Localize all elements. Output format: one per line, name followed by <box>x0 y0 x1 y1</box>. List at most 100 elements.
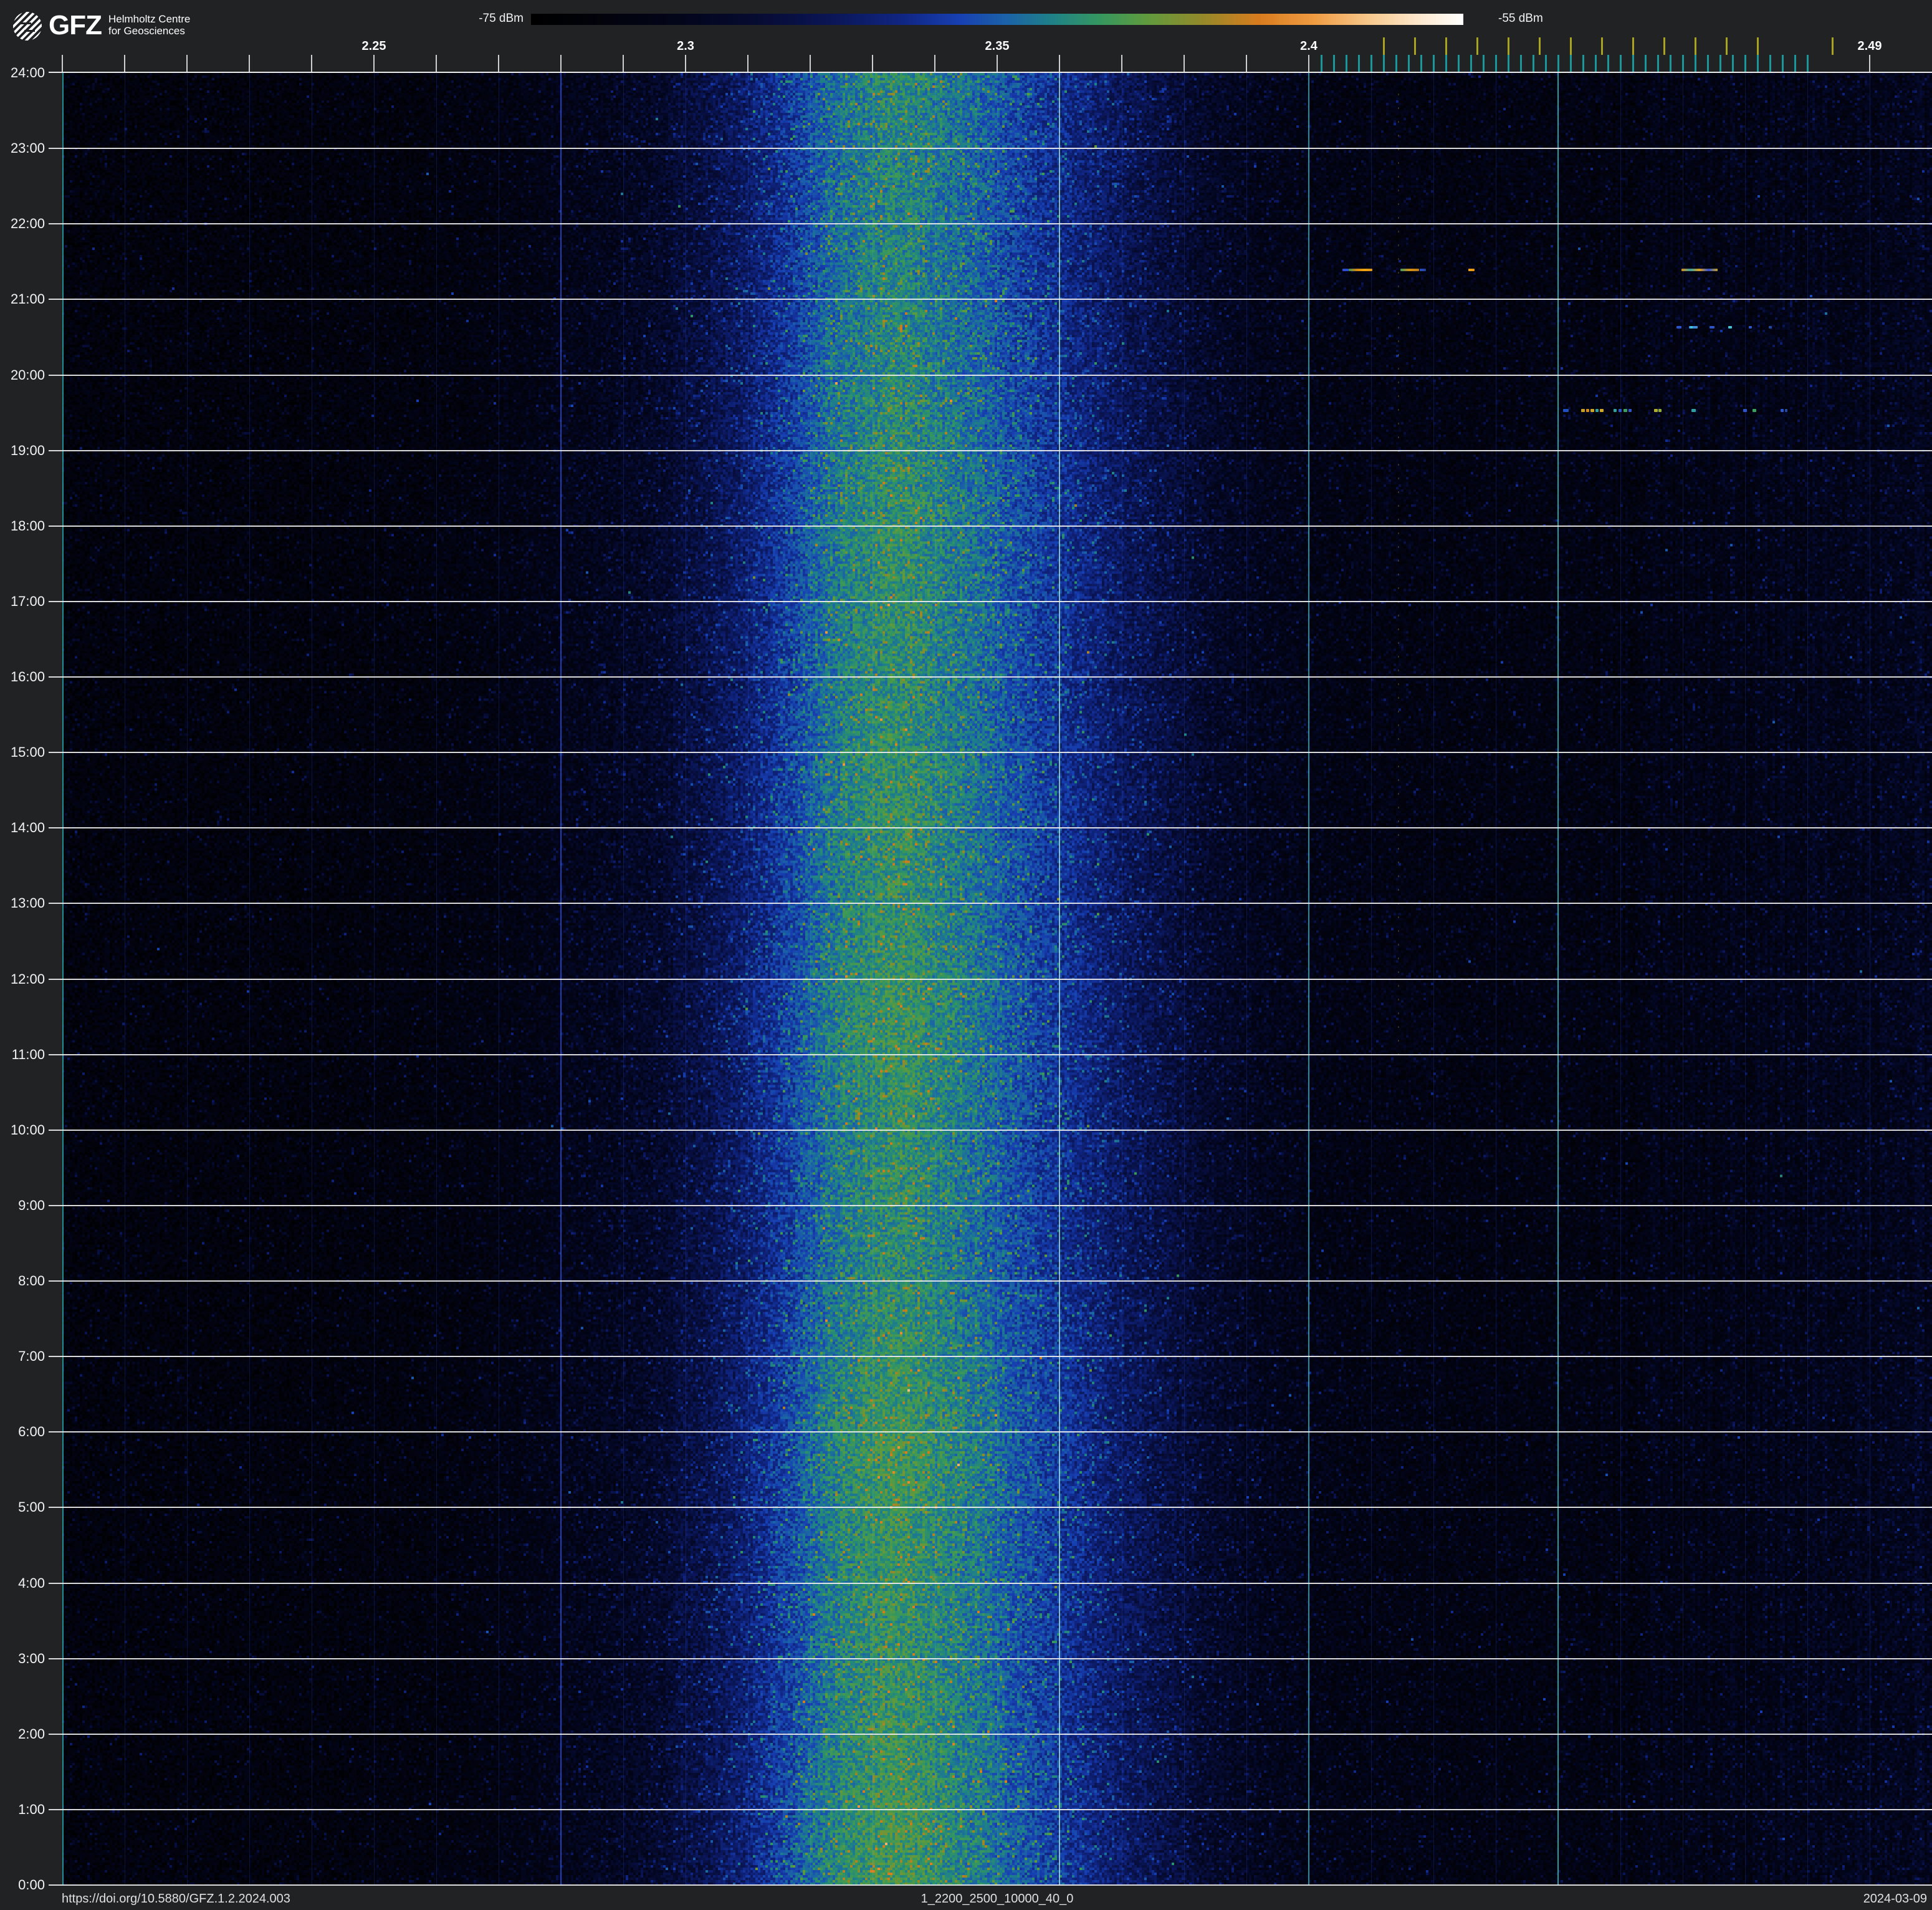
ble-channel-tick <box>1332 55 1335 73</box>
ble-channel-tick <box>1669 55 1671 73</box>
wifi-channel-tick <box>1413 37 1416 55</box>
hour-label: 15:00 <box>10 744 45 761</box>
hour-gridline <box>49 903 1932 905</box>
rf-burst-dot <box>1769 326 1772 329</box>
rf-burst-dash <box>1400 269 1419 271</box>
freq-minor-tick <box>1869 55 1870 73</box>
hour-gridline <box>49 1582 1932 1584</box>
ble-channel-tick <box>1470 55 1472 73</box>
hour-label: 18:00 <box>10 517 45 534</box>
hour-gridline <box>49 676 1932 678</box>
ble-channel-tick <box>1607 55 1609 73</box>
rf-burst-dot <box>1614 409 1617 412</box>
rf-burst-dot <box>1710 326 1714 329</box>
freq-minor-tick <box>62 55 63 73</box>
ble-channel-tick <box>1519 55 1522 73</box>
rf-burst-dot <box>1595 409 1599 412</box>
ble-channel-tick <box>1382 55 1385 73</box>
hour-label: 16:00 <box>10 669 45 684</box>
hour-label: 23:00 <box>10 140 45 156</box>
hour-gridline <box>49 752 1932 754</box>
rf-burst-dash <box>1681 269 1718 271</box>
ble-channel-tick <box>1507 55 1509 73</box>
org-tagline: Helmholtz Centre for Geosciences <box>108 13 190 37</box>
rf-burst-dot <box>1658 409 1662 412</box>
dataset-id-text: 1_2200_2500_10000_40_0 <box>921 1892 1074 1906</box>
rf-burst-dash <box>1342 269 1349 271</box>
ble-channel-tick <box>1781 55 1784 73</box>
rf-burst-dot <box>1628 409 1632 412</box>
colorbar-min-label: -75 dBm <box>479 12 524 25</box>
hour-gridline <box>49 1658 1932 1659</box>
freq-minor-tick <box>685 55 686 73</box>
ble-channel-tick <box>1482 55 1485 73</box>
rf-burst-dot <box>1624 409 1627 412</box>
wifi-channel-tick <box>1756 37 1759 55</box>
rf-burst-dot <box>1691 409 1696 412</box>
ble-channel-tick <box>1557 55 1559 73</box>
rf-burst-dash <box>1349 269 1372 271</box>
hour-gridline <box>49 1507 1932 1509</box>
hour-gridline <box>49 1356 1932 1358</box>
rf-burst-dash <box>1420 269 1426 271</box>
ble-channel-tick <box>1719 55 1721 73</box>
ble-channel-tick <box>1420 55 1422 73</box>
hour-gridline <box>49 600 1932 602</box>
ble-channel-tick <box>1532 55 1534 73</box>
freq-minor-tick <box>1121 55 1122 73</box>
ble-channel-tick <box>1644 55 1647 73</box>
freq-minor-tick <box>872 55 873 73</box>
hour-gridline <box>49 1204 1932 1206</box>
ble-channel-tick <box>1619 55 1622 73</box>
wifi-channel-tick <box>1632 37 1634 55</box>
hour-label: 8:00 <box>18 1273 45 1289</box>
hour-gridline <box>49 1808 1932 1810</box>
ble-channel-tick <box>1681 55 1684 73</box>
rf-burst-dot <box>1581 409 1585 412</box>
rf-burst-dot <box>1619 409 1622 412</box>
hour-label: 24:00 <box>10 65 45 80</box>
ble-channel-tick <box>1395 55 1397 73</box>
rf-burst-dot <box>1781 409 1784 412</box>
ble-channel-tick <box>1445 55 1447 73</box>
freq-tick-label: 2.3 <box>677 39 694 53</box>
hour-gridline <box>49 1884 1932 1886</box>
freq-minor-tick <box>436 55 437 73</box>
wifi-channel-tick <box>1445 37 1447 55</box>
hour-gridline <box>49 525 1932 527</box>
ble-channel-tick <box>1544 55 1547 73</box>
hour-label: 21:00 <box>10 291 45 307</box>
freq-minor-tick <box>373 55 375 73</box>
freq-minor-tick <box>1308 55 1309 73</box>
ble-channel-tick <box>1731 55 1734 73</box>
hour-label: 10:00 <box>10 1121 45 1138</box>
ble-channel-tick <box>1694 55 1696 73</box>
hour-label: 19:00 <box>10 442 45 458</box>
freq-minor-tick <box>249 55 250 73</box>
rf-burst-dot <box>1676 326 1681 329</box>
gfz-globe-logo-icon <box>13 12 42 41</box>
ble-channel-tick <box>1756 55 1759 73</box>
freq-minor-tick <box>311 55 312 73</box>
wifi-channel-tick <box>1725 37 1728 55</box>
hour-label: 4:00 <box>18 1575 45 1591</box>
freq-minor-tick <box>623 55 624 73</box>
ble-channel-tick <box>1806 55 1809 73</box>
freq-minor-tick <box>560 55 562 73</box>
freq-minor-tick <box>186 55 188 73</box>
intermittent-carrier-dotted <box>1398 94 1399 1060</box>
ble-channel-tick <box>1794 55 1796 73</box>
freq-minor-tick <box>1246 55 1247 73</box>
freq-minor-tick <box>1059 55 1060 73</box>
hour-gridline <box>49 449 1932 451</box>
rf-burst-dot <box>1743 409 1747 412</box>
rf-burst-dot <box>1690 326 1693 329</box>
logo-notch <box>24 29 35 32</box>
wifi-channel-tick <box>1476 37 1478 55</box>
wifi-channel-tick <box>1663 37 1665 55</box>
wifi-channel-tick <box>1538 37 1541 55</box>
ble-channel-tick <box>1582 55 1584 73</box>
hour-gridline <box>49 1733 1932 1735</box>
hour-label: 0:00 <box>18 1877 45 1893</box>
rf-burst-dash <box>1468 269 1475 271</box>
